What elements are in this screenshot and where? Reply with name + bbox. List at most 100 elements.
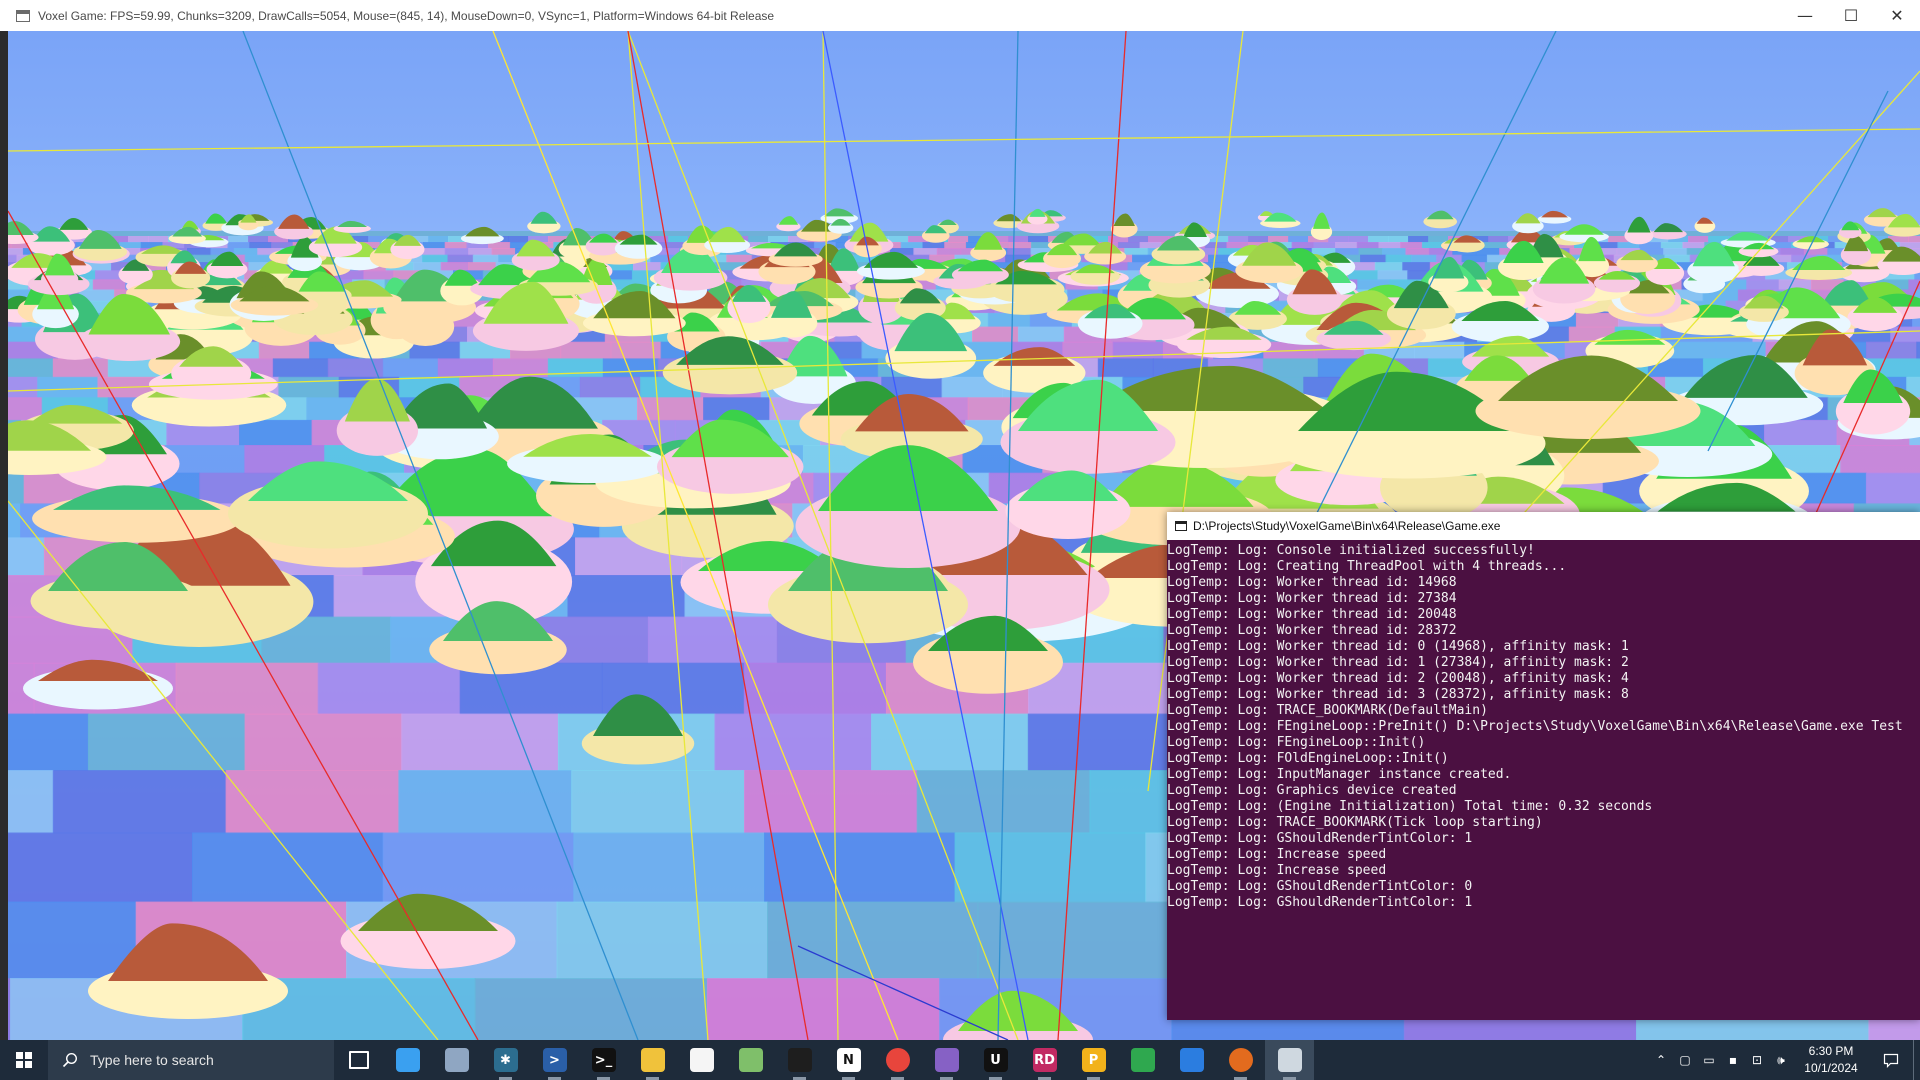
taskbar-app-button[interactable]: [1118, 1040, 1167, 1080]
taskbar-app-button[interactable]: [628, 1040, 677, 1080]
terrain-tile: [239, 419, 313, 446]
console-line: LogTemp: Log: Worker thread id: 0 (14968…: [1167, 639, 1629, 654]
taskbar-app-button[interactable]: [726, 1040, 775, 1080]
terrain-tile: [1388, 236, 1409, 243]
terrain-tile: [647, 616, 778, 664]
notification-icon: [1883, 1053, 1899, 1068]
console-window[interactable]: D:\Projects\Study\VoxelGame\Bin\x64\Rele…: [1167, 512, 1920, 1020]
taskbar-app-button[interactable]: [1216, 1040, 1265, 1080]
terrain-tile: [437, 358, 494, 378]
terrain-tile: [1414, 341, 1466, 360]
maximize-button[interactable]: ☐: [1828, 0, 1874, 31]
volume-icon[interactable]: 🕪: [1769, 1040, 1793, 1080]
unreal-engine-icon: U: [983, 1048, 1008, 1072]
terrain-tile: [244, 713, 403, 771]
terrain-tile: [579, 376, 642, 399]
taskbar-app-button[interactable]: ✱: [481, 1040, 530, 1080]
taskbar-app-button[interactable]: >: [530, 1040, 579, 1080]
terrain-tile: [444, 248, 470, 256]
terrain-tile: [560, 341, 612, 360]
taskbar-app-button[interactable]: P: [1069, 1040, 1118, 1080]
taskbar-app-button[interactable]: [383, 1040, 432, 1080]
notification-button[interactable]: [1869, 1040, 1913, 1080]
figma-icon: [787, 1048, 812, 1072]
terrain-tile: [1405, 248, 1430, 256]
terrain-tile: [1313, 242, 1337, 249]
tray-device-icon[interactable]: ▪: [1721, 1040, 1745, 1080]
taskbar-app-button[interactable]: [775, 1040, 824, 1080]
search-placeholder: Type here to search: [90, 1052, 214, 1068]
taskbar-app-button[interactable]: [1167, 1040, 1216, 1080]
console-titlebar[interactable]: D:\Projects\Study\VoxelGame\Bin\x64\Rele…: [1167, 512, 1920, 540]
terrain-tile: [1410, 254, 1438, 264]
taskbar-search[interactable]: Type here to search: [48, 1040, 334, 1080]
terrain-tile: [228, 236, 249, 243]
terrain-tile: [1027, 713, 1186, 771]
terrain-tile: [1368, 236, 1389, 243]
close-button[interactable]: ✕: [1874, 0, 1920, 31]
terrain-tile: [1402, 262, 1431, 272]
terrain-tile: [447, 254, 474, 264]
spreadsheet-app-icon: [738, 1048, 763, 1072]
console-output[interactable]: LogTemp: Log: Console initialized succes…: [1167, 540, 1920, 1017]
taskbar-app-button[interactable]: U: [971, 1040, 1020, 1080]
terrain-tile: [1291, 242, 1315, 249]
profiler-icon: P: [1081, 1048, 1106, 1072]
notion-icon: N: [836, 1048, 861, 1072]
terrain-tile: [1780, 248, 1805, 256]
terrain-tile: [706, 978, 941, 1040]
chevron-up-icon[interactable]: ⌃: [1649, 1040, 1673, 1080]
show-desktop-button[interactable]: [1913, 1040, 1920, 1080]
window-edge: [0, 31, 8, 1040]
maps-icon: [1179, 1048, 1204, 1072]
taskbar-app-button[interactable]: >_: [579, 1040, 628, 1080]
terrain-tile: [1385, 254, 1412, 264]
terrain-tile: [1865, 472, 1920, 505]
spark-app-icon: ✱: [493, 1048, 518, 1072]
taskbar-app-button[interactable]: [922, 1040, 971, 1080]
terrain-tile: [1097, 358, 1154, 378]
console-line: LogTemp: Log: Increase speed: [1167, 847, 1387, 862]
terrain-tile: [1488, 236, 1509, 243]
terrain-tile: [1328, 236, 1349, 243]
terrain-tile: [8, 376, 39, 399]
taskbar-app-button[interactable]: [873, 1040, 922, 1080]
task-view-icon: [348, 1051, 369, 1069]
app-window-icon: [16, 9, 30, 22]
start-button[interactable]: [0, 1040, 48, 1080]
terrain-tile: [8, 254, 18, 264]
taskbar-app-button[interactable]: N: [824, 1040, 873, 1080]
taskbar-app-button[interactable]: [677, 1040, 726, 1080]
terrain-tile: [440, 262, 470, 272]
terrain-tile: [1262, 358, 1319, 378]
terrain-tile: [8, 537, 45, 576]
game-titlebar[interactable]: Voxel Game: FPS=59.99, Chunks=3209, Draw…: [0, 0, 1920, 32]
console-line: LogTemp: Log: Worker thread id: 1 (27384…: [1167, 655, 1629, 670]
terrain-tile: [1374, 262, 1404, 272]
console-line: LogTemp: Log: Increase speed: [1167, 863, 1387, 878]
terrain-tile: [128, 236, 149, 243]
terrain-tile: [922, 242, 946, 249]
clock[interactable]: 6:30 PM 10/1/2024: [1793, 1043, 1869, 1077]
terrain-tile: [977, 901, 1189, 980]
terrain-tile: [1916, 341, 1920, 360]
taskbar-app-button[interactable]: [334, 1040, 383, 1080]
terrain-tile: [1408, 236, 1429, 243]
terrain-tile: [1487, 242, 1510, 249]
game-window-title: Voxel Game: FPS=59.99, Chunks=3209, Draw…: [38, 8, 775, 23]
tray-app-icon[interactable]: ▢: [1673, 1040, 1697, 1080]
taskbar-app-button[interactable]: [1265, 1040, 1314, 1080]
terrain-tile: [900, 242, 924, 249]
terrain-tile: [244, 254, 272, 264]
minimize-button[interactable]: —: [1782, 0, 1828, 31]
terrain-tile: [225, 770, 400, 834]
taskbar-app-button[interactable]: [432, 1040, 481, 1080]
taskbar-app-button[interactable]: RD: [1020, 1040, 1069, 1080]
firefox-icon: [1228, 1048, 1253, 1072]
network-icon[interactable]: ⊡: [1745, 1040, 1769, 1080]
battery-icon[interactable]: ▭: [1697, 1040, 1721, 1080]
terrain-tile: [423, 242, 446, 249]
terrain-tile: [8, 901, 137, 980]
terrain-tile: [1400, 242, 1423, 249]
console-line: LogTemp: Log: Worker thread id: 20048: [1167, 607, 1457, 622]
